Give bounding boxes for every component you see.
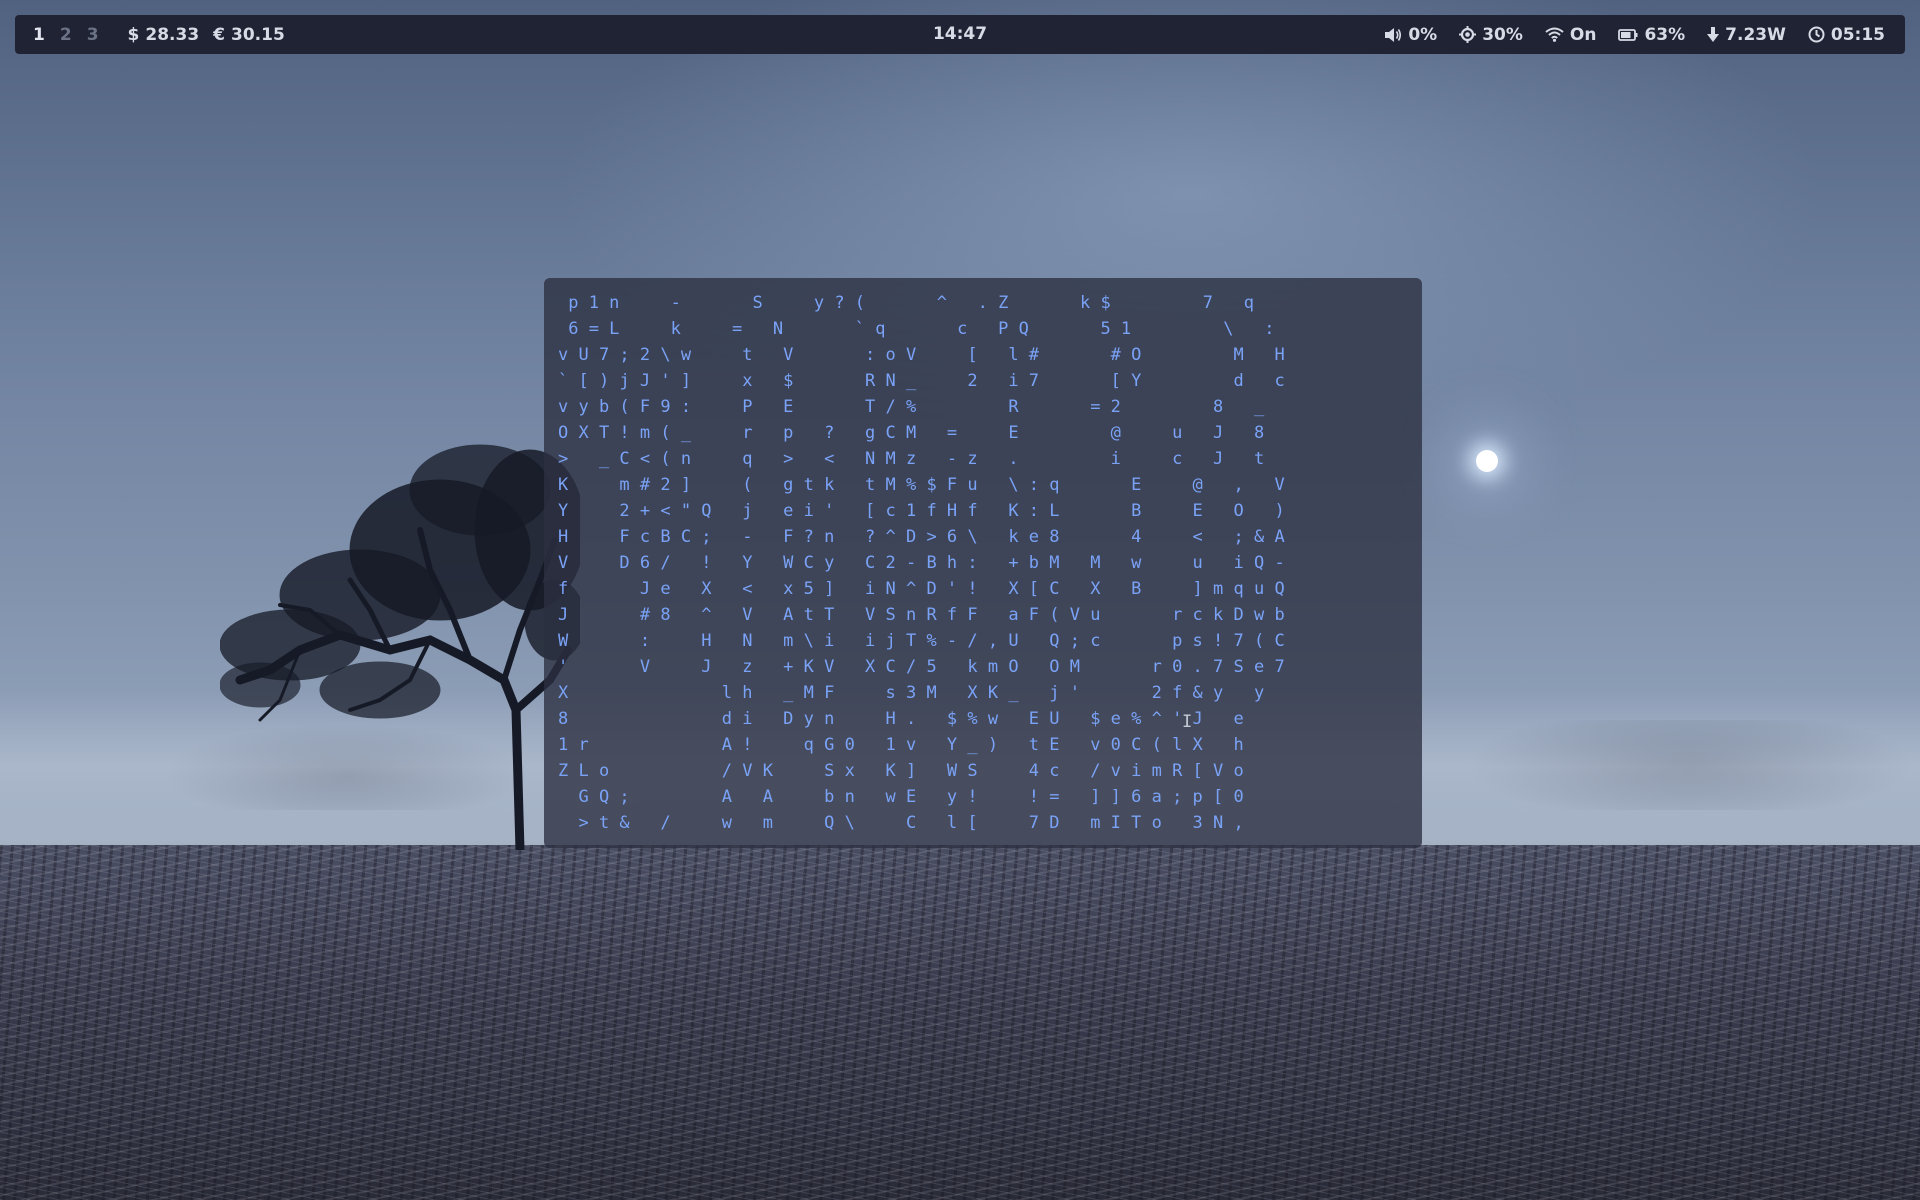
terminal-line: > t & / w m Q \ C l [ 7 D m I T o 3 N , bbox=[558, 813, 1244, 833]
eur-ticker: € 30.15 bbox=[213, 25, 285, 45]
dollar-icon: $ bbox=[127, 24, 140, 45]
speaker-icon bbox=[1384, 27, 1402, 43]
terminal-line: H F c B C ; - F ? n ? ^ D > 6 \ k e 8 4 … bbox=[558, 527, 1285, 547]
terminal-line: G Q ; A A b n w E y ! ! = ] ] 6 a ; p [ … bbox=[558, 787, 1244, 807]
terminal-line: V D 6 / ! Y W C y C 2 - B h : + b M M w … bbox=[558, 553, 1285, 573]
terminal-line: 8 d i D y n H . $ % w E U $ e % ^ ' J e bbox=[558, 709, 1244, 729]
clock-icon bbox=[1808, 26, 1825, 43]
workspace-3-button[interactable]: 3 bbox=[87, 25, 99, 45]
text-cursor-icon: I bbox=[1182, 712, 1193, 732]
battery-icon bbox=[1618, 28, 1638, 41]
volume-widget[interactable]: 0% bbox=[1384, 25, 1437, 45]
wallpaper-field bbox=[0, 845, 1920, 1200]
terminal-window[interactable]: p 1 n - S y ? ( ^ . Z k $ 7 q 6 = L k = … bbox=[544, 278, 1422, 848]
terminal-line: v U 7 ; 2 \ w t V : o V [ l # # O M H bbox=[558, 345, 1285, 365]
brightness-widget[interactable]: 30% bbox=[1459, 25, 1523, 45]
usd-ticker-value: 28.33 bbox=[145, 24, 200, 45]
arrow-down-icon bbox=[1707, 27, 1720, 42]
euro-icon: € bbox=[213, 24, 225, 45]
terminal-line: X l h _ M F s 3 M X K _ j ' 2 f & y y bbox=[558, 683, 1265, 703]
terminal-line: Y 2 + < " Q j e i ' [ c 1 f H f K : L B … bbox=[558, 501, 1285, 521]
status-bar-left: 1 2 3 $ 28.33 € 30.15 bbox=[33, 15, 285, 54]
wifi-widget[interactable]: On bbox=[1545, 24, 1597, 45]
usd-ticker: $ 28.33 bbox=[128, 25, 200, 45]
timer-value: 05:15 bbox=[1830, 24, 1885, 45]
terminal-line: p 1 n - S y ? ( ^ . Z k $ 7 q bbox=[558, 293, 1254, 313]
terminal-line: 6 = L k = N ` q c P Q 5 1 \ : bbox=[558, 319, 1275, 339]
status-bar-right: 0% 30% On 63% 7.23W 05:15 bbox=[1384, 15, 1885, 54]
terminal-line: J # 8 ^ V A t T V S n R f F a F ( V u r … bbox=[558, 605, 1285, 625]
clock[interactable]: 14:47 bbox=[933, 24, 987, 44]
wallpaper-sun bbox=[1476, 450, 1498, 472]
eur-ticker-value: 30.15 bbox=[231, 24, 285, 45]
brightness-value: 30% bbox=[1482, 24, 1523, 45]
terminal-line: K m # 2 ] ( g t k t M % $ F u \ : q E @ … bbox=[558, 475, 1285, 495]
terminal-line: > _ C < ( n q > < N M z - z . i c J t bbox=[558, 449, 1265, 469]
terminal-line: Z L o / V K S x K ] W S 4 c / v i m R [ … bbox=[558, 761, 1244, 781]
matrix-rain-output: p 1 n - S y ? ( ^ . Z k $ 7 q 6 = L k = … bbox=[558, 290, 1285, 836]
status-bar: 1 2 3 $ 28.33 € 30.15 14:47 0% 30% On 63… bbox=[15, 15, 1905, 54]
terminal-line: ` [ ) j J ' ] x $ R N _ 2 i 7 [ Y d c bbox=[558, 371, 1285, 391]
wallpaper-tree bbox=[220, 444, 580, 850]
terminal-line: f J e X < x 5 ] i N ^ D ' ! X [ C X B ] … bbox=[558, 579, 1285, 599]
volume-value: 0% bbox=[1408, 24, 1438, 45]
timer-widget[interactable]: 05:15 bbox=[1808, 25, 1885, 45]
terminal-line: 1 r A ! q G 0 1 v Y _ ) t E v 0 C ( l X … bbox=[558, 735, 1244, 755]
power-draw-value: 7.23W bbox=[1725, 24, 1786, 45]
battery-value: 63% bbox=[1644, 24, 1686, 45]
terminal-line: O X T ! m ( _ r p ? g C M = E @ u J 8 bbox=[558, 423, 1265, 443]
workspace-2-button[interactable]: 2 bbox=[60, 25, 72, 45]
wifi-value: On bbox=[1569, 24, 1597, 45]
power-draw-widget: 7.23W bbox=[1707, 25, 1786, 45]
brightness-icon bbox=[1459, 26, 1477, 43]
terminal-line: v y b ( F 9 : P E T / % R = 2 8 _ bbox=[558, 397, 1265, 417]
terminal-line: W : H N m \ i i j T % - / , U Q ; c p s … bbox=[558, 631, 1285, 651]
terminal-line: ' V J z + K V X C / 5 k m O O M r 0 . 7 … bbox=[558, 657, 1285, 677]
wifi-icon bbox=[1545, 27, 1564, 42]
battery-widget[interactable]: 63% bbox=[1618, 25, 1685, 45]
workspace-1-button[interactable]: 1 bbox=[33, 25, 45, 45]
